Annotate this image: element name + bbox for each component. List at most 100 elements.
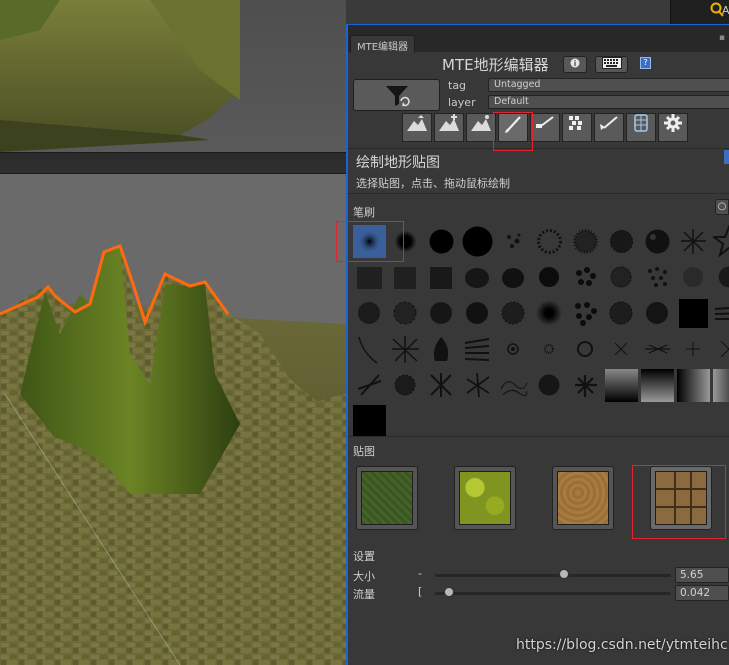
flow-slider[interactable] (435, 592, 671, 595)
brush-item[interactable] (353, 405, 386, 436)
brush-item[interactable] (641, 333, 674, 366)
brush-item[interactable] (533, 333, 566, 366)
texture-item[interactable] (356, 466, 418, 530)
tool-settings[interactable] (658, 113, 688, 142)
brush-item[interactable] (389, 369, 422, 402)
brush-item[interactable] (641, 297, 674, 330)
brush-item[interactable] (497, 261, 530, 294)
tool-flatten-terrain[interactable] (466, 113, 496, 142)
filter-refresh-button[interactable] (353, 79, 440, 111)
brush-item[interactable] (533, 261, 566, 294)
keyboard-icon (601, 57, 622, 69)
brush-item[interactable] (353, 333, 386, 366)
brush-item[interactable] (497, 225, 530, 258)
brush-grid (353, 225, 729, 436)
brush-item[interactable] (677, 297, 710, 330)
brush-item[interactable] (389, 261, 422, 294)
help-icon[interactable]: ? (640, 57, 651, 69)
divider (348, 436, 729, 437)
brush-item[interactable] (425, 261, 458, 294)
brush-item[interactable] (713, 369, 729, 402)
brush-item[interactable] (425, 333, 458, 366)
tool-raise-smooth[interactable] (434, 113, 464, 142)
section-subtitle: 选择贴图，点击、拖动鼠标绘制 (356, 177, 510, 190)
brush-item[interactable] (641, 225, 674, 258)
flow-slider-handle[interactable] (444, 587, 455, 597)
scene-view-splitter[interactable] (0, 152, 346, 174)
brush-item[interactable] (713, 297, 729, 330)
brush-item[interactable] (569, 333, 602, 366)
brush-item[interactable] (569, 261, 602, 294)
brush-item[interactable] (461, 369, 494, 402)
brush-item[interactable] (353, 261, 386, 294)
brush-item[interactable] (461, 225, 494, 258)
brush-item[interactable] (497, 369, 530, 402)
brush-item[interactable] (677, 261, 710, 294)
brush-item[interactable] (461, 333, 494, 366)
tool-tree[interactable] (626, 113, 656, 142)
size-slider-handle[interactable] (559, 569, 570, 579)
tool-paint-texture[interactable] (498, 113, 528, 142)
brush-item[interactable] (641, 369, 674, 402)
brush-item[interactable] (605, 297, 638, 330)
panel-menu-icon[interactable]: ▪ (719, 33, 725, 43)
brush-search-icon[interactable]: ○ (715, 199, 729, 215)
flow-value-field[interactable]: 0.042 (675, 585, 729, 601)
brush-item[interactable] (461, 261, 494, 294)
texture-swatch (557, 471, 609, 525)
tab-mte-editor[interactable]: MTE编辑器 (350, 35, 416, 53)
brush-item[interactable] (605, 261, 638, 294)
brush-item[interactable] (497, 333, 530, 366)
size-slider[interactable] (435, 574, 671, 577)
layer-field[interactable]: Default (488, 95, 729, 109)
brush-item[interactable] (641, 261, 674, 294)
brush-item[interactable] (569, 225, 602, 258)
brush-item[interactable] (533, 369, 566, 402)
brush-item[interactable] (711, 225, 729, 258)
brush-item[interactable] (497, 297, 530, 330)
brush-item[interactable] (425, 297, 458, 330)
brush-item[interactable] (677, 369, 710, 402)
tool-paint-detail[interactable] (594, 113, 624, 142)
brush-label: 笔刷 (353, 206, 375, 219)
filter-refresh-icon (386, 86, 410, 107)
texture-item[interactable] (454, 466, 516, 530)
brush-item[interactable] (605, 369, 638, 402)
tool-paint-brush[interactable] (530, 113, 560, 142)
brush-item[interactable] (605, 333, 638, 366)
info-button[interactable] (563, 56, 587, 73)
brush-item[interactable] (461, 297, 494, 330)
texture-item-selected[interactable] (650, 466, 712, 530)
flatten-terrain-icon (471, 115, 491, 131)
brush-item[interactable] (713, 333, 729, 366)
keyboard-button[interactable] (595, 56, 628, 73)
scene-view-upper[interactable] (0, 0, 346, 152)
brush-item[interactable] (425, 225, 458, 258)
toolbar-partial-label: A (722, 4, 729, 17)
brush-item[interactable] (677, 333, 710, 366)
brush-item[interactable] (533, 225, 566, 258)
brush-item[interactable] (389, 225, 422, 258)
scene-view-lower[interactable] (0, 174, 346, 665)
brush-item[interactable] (533, 297, 566, 330)
texture-item[interactable] (552, 466, 614, 530)
size-value-field[interactable]: 5.65 (675, 567, 729, 583)
brush-item[interactable] (569, 369, 602, 402)
raise-smooth-icon (439, 114, 459, 131)
brush-item[interactable] (389, 333, 422, 366)
brush-item[interactable] (389, 297, 422, 330)
brush-item[interactable] (353, 225, 386, 258)
tool-place-detail[interactable] (562, 113, 592, 142)
brush-item[interactable] (605, 225, 638, 258)
paint-brush-icon (536, 116, 554, 128)
tag-field[interactable]: Untagged (488, 78, 729, 92)
brush-item[interactable] (353, 369, 386, 402)
scene-view[interactable] (0, 0, 346, 665)
tool-raise-terrain[interactable] (402, 113, 432, 142)
section-title: 绘制地形贴图 (356, 155, 440, 171)
brush-item[interactable] (353, 297, 386, 330)
brush-item[interactable] (677, 225, 710, 258)
brush-item[interactable] (713, 261, 729, 294)
brush-item[interactable] (425, 369, 458, 402)
brush-item[interactable] (569, 297, 602, 330)
